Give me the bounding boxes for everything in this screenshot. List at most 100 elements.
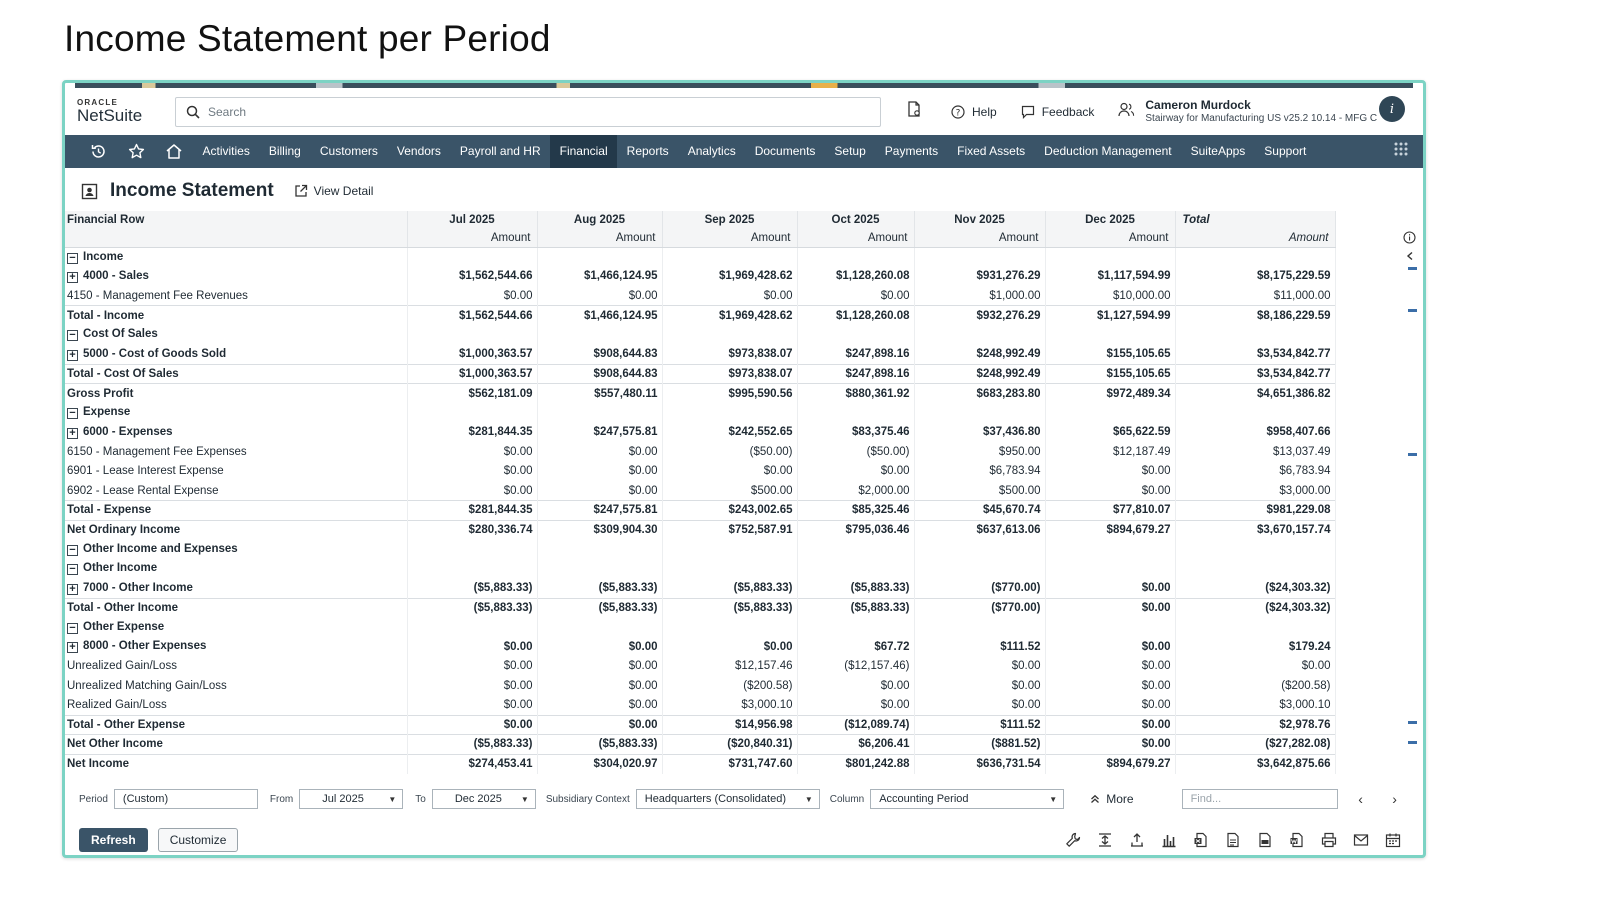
amount-cell[interactable]: $1,562,544.66 [407,305,538,325]
amount-cell[interactable]: $0.00 [407,461,538,481]
total-amount-cell[interactable]: $2,978.76 [1175,714,1336,735]
amount-cell[interactable]: $0.00 [407,481,538,501]
total-amount-cell[interactable]: $958,407.66 [1175,422,1336,442]
amount-cell[interactable]: $973,838.07 [662,363,798,384]
recent-history-icon[interactable] [79,135,117,168]
nav-analytics[interactable]: Analytics [678,135,745,168]
nav-documents[interactable]: Documents [745,135,825,168]
amount-cell[interactable]: $14,956.98 [662,714,798,735]
subsidiary-select[interactable]: Headquarters (Consolidated) ▼ [635,789,820,809]
amount-cell[interactable]: ($5,883.33) [407,734,538,754]
from-select[interactable]: Jul 2025 ▼ [299,789,404,809]
amount-cell[interactable]: $45,670.74 [914,500,1046,520]
bar-chart-icon[interactable] [1161,832,1177,848]
nav-fixed-assets[interactable]: Fixed Assets [948,135,1035,168]
amount-cell[interactable]: $274,453.41 [407,753,538,774]
refresh-button[interactable]: Refresh [79,828,148,852]
expand-plus-icon[interactable]: + [67,349,78,361]
amount-cell[interactable]: $83,375.46 [797,422,915,442]
amount-cell[interactable]: ($5,883.33) [797,597,915,618]
amount-cell[interactable]: $3,000.10 [662,695,798,715]
row-label[interactable]: 5000 - Cost of Goods Sold [83,348,226,360]
collapse-minus-icon[interactable]: − [67,252,78,264]
collapse-minus-icon[interactable]: − [67,408,78,420]
amount-cell[interactable]: $247,898.16 [797,344,915,364]
total-amount-cell[interactable]: $13,037.49 [1175,442,1336,462]
amount-cell[interactable]: $908,644.83 [537,344,663,364]
total-amount-cell[interactable]: $3,642,875.66 [1175,753,1336,774]
row-label[interactable]: 8000 - Other Expenses [83,640,206,652]
row-label[interactable]: 7000 - Other Income [83,582,193,594]
amount-cell[interactable]: $973,838.07 [662,344,798,364]
row-label[interactable]: 4000 - Sales [83,270,149,282]
info-badge-icon[interactable]: i [1379,96,1405,122]
total-amount-cell[interactable]: $3,534,842.77 [1175,363,1336,384]
export-word-icon[interactable] [1289,832,1305,848]
amount-cell[interactable]: $155,105.65 [1045,344,1176,364]
amount-cell[interactable]: $77,810.07 [1045,500,1176,520]
amount-cell[interactable]: $248,992.49 [914,363,1046,384]
email-icon[interactable] [1353,832,1369,848]
favorites-star-icon[interactable] [117,135,155,168]
amount-cell[interactable]: $500.00 [914,481,1046,501]
nav-financial[interactable]: Financial [550,135,618,168]
total-amount-cell[interactable]: $3,000.00 [1175,481,1336,501]
amount-cell[interactable]: ($200.58) [662,676,798,696]
amount-cell[interactable]: $1,117,594.99 [1045,266,1176,286]
amount-cell[interactable]: $562,181.09 [407,383,538,403]
amount-cell[interactable]: $10,000.00 [1045,286,1176,306]
expand-plus-icon[interactable]: + [67,642,78,654]
next-page-icon[interactable]: › [1378,791,1412,807]
amount-cell[interactable]: $0.00 [1045,676,1176,696]
amount-cell[interactable]: $0.00 [1045,695,1176,715]
amount-cell[interactable]: $155,105.65 [1045,363,1176,384]
more-filters-button[interactable]: More [1090,792,1134,806]
total-amount-cell[interactable]: ($24,303.32) [1175,578,1336,598]
amount-cell[interactable]: ($12,089.74) [797,714,915,735]
amount-cell[interactable]: $0.00 [797,461,915,481]
find-input[interactable] [1190,793,1331,805]
amount-cell[interactable]: ($5,883.33) [537,597,663,618]
amount-cell[interactable]: $243,002.65 [662,500,798,520]
amount-cell[interactable]: $67.72 [797,637,915,657]
amount-cell[interactable]: $0.00 [537,656,663,676]
amount-cell[interactable]: $0.00 [537,442,663,462]
amount-cell[interactable]: $0.00 [407,637,538,657]
column-select[interactable]: Accounting Period ▼ [870,789,1065,809]
nav-activities[interactable]: Activities [193,135,259,168]
feedback-button[interactable]: Feedback [1021,105,1094,119]
amount-cell[interactable]: $1,128,260.08 [797,266,915,286]
amount-cell[interactable]: $894,679.27 [1045,519,1176,540]
amount-cell[interactable]: $304,020.97 [537,753,663,774]
amount-cell[interactable]: ($881.52) [914,734,1046,754]
amount-cell[interactable]: $0.00 [662,461,798,481]
nav-reports[interactable]: Reports [617,135,678,168]
amount-cell[interactable]: ($20,840.31) [662,734,798,754]
amount-cell[interactable]: $0.00 [1045,734,1176,754]
amount-cell[interactable]: $1,562,544.66 [407,266,538,286]
amount-cell[interactable]: $0.00 [537,676,663,696]
amount-cell[interactable]: $1,000,363.57 [407,363,538,384]
expand-all-icon[interactable] [1097,832,1113,848]
amount-cell[interactable]: $0.00 [1045,656,1176,676]
amount-cell[interactable]: ($5,883.33) [797,578,915,598]
total-amount-cell[interactable]: $3,000.10 [1175,695,1336,715]
nav-support[interactable]: Support [1255,135,1316,168]
amount-cell[interactable]: $0.00 [407,695,538,715]
to-select[interactable]: Dec 2025 ▼ [431,789,536,809]
amount-cell[interactable]: $0.00 [407,286,538,306]
amount-cell[interactable]: $6,206.41 [797,734,915,754]
amount-cell[interactable]: $0.00 [407,714,538,735]
amount-cell[interactable]: $0.00 [1045,481,1176,501]
amount-cell[interactable]: ($5,883.33) [662,578,798,598]
amount-cell[interactable]: $1,000,363.57 [407,344,538,364]
amount-cell[interactable]: ($5,883.33) [407,578,538,598]
amount-cell[interactable]: $1,127,594.99 [1045,305,1176,325]
amount-cell[interactable]: $1,128,260.08 [797,305,915,325]
amount-cell[interactable]: $248,992.49 [914,344,1046,364]
amount-cell[interactable]: $2,000.00 [797,481,915,501]
amount-cell[interactable]: $795,036.46 [797,519,915,540]
amount-cell[interactable]: $12,187.49 [1045,442,1176,462]
amount-cell[interactable]: $894,679.27 [1045,753,1176,774]
amount-cell[interactable]: $500.00 [662,481,798,501]
